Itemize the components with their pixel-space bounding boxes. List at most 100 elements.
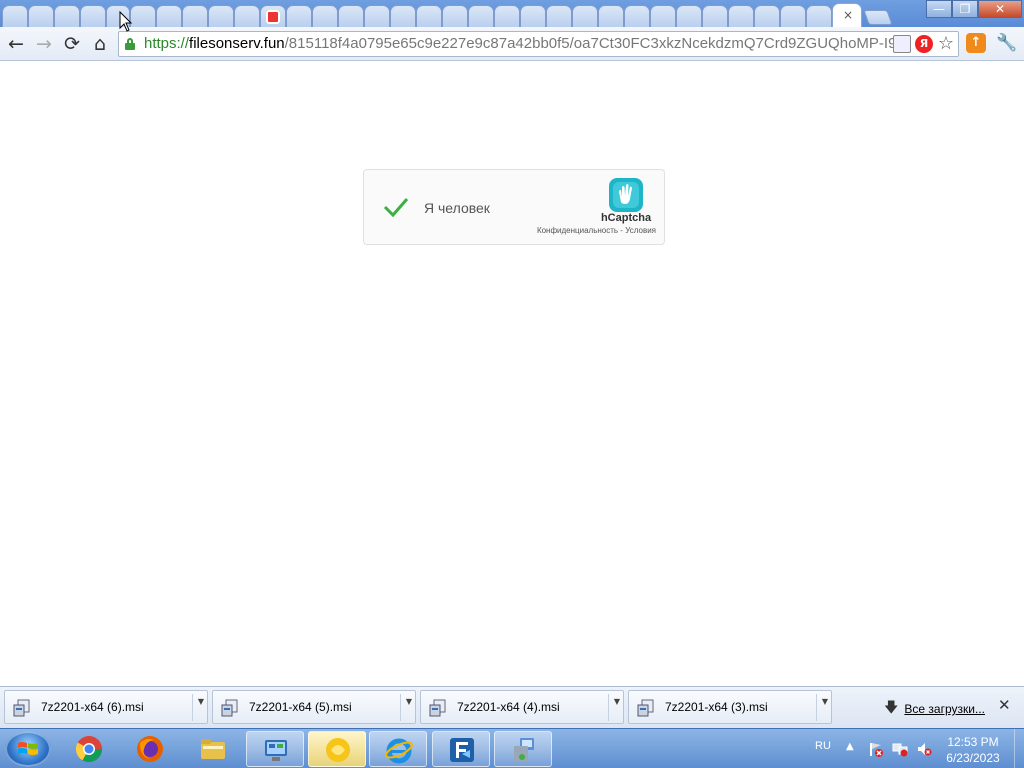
- new-tab-button[interactable]: [863, 10, 893, 25]
- minimize-button[interactable]: —: [926, 0, 952, 18]
- browser-tab[interactable]: [650, 5, 676, 27]
- yellow-app-taskbar-button[interactable]: [308, 731, 366, 767]
- clock[interactable]: 12:53 PM 6/23/2023: [938, 734, 1008, 766]
- window-controls: — ❐ ✕: [926, 0, 1022, 18]
- browser-tab[interactable]: [80, 5, 106, 27]
- reload-button[interactable]: ⟳: [61, 33, 83, 55]
- internet-explorer-taskbar-button[interactable]: [369, 731, 427, 767]
- msi-file-icon: [637, 699, 654, 717]
- home-button[interactable]: ⌂: [89, 33, 111, 55]
- system-tray: RU ▲ 12:53 PM 6/23/2023: [808, 729, 1024, 768]
- wrench-menu-icon[interactable]: 🔧: [996, 32, 1018, 54]
- browser-tab[interactable]: [728, 5, 754, 27]
- mouse-cursor-icon: [119, 11, 133, 32]
- browser-tab[interactable]: [364, 5, 390, 27]
- browser-tab[interactable]: [442, 5, 468, 27]
- download-menu-arrow-icon[interactable]: ▼: [198, 697, 204, 706]
- flag-alert-icon[interactable]: [868, 741, 884, 757]
- control-panel-taskbar-button[interactable]: [246, 731, 304, 767]
- bookmark-star-icon[interactable]: ☆: [937, 35, 955, 53]
- browser-tab[interactable]: [182, 5, 208, 27]
- browser-tab[interactable]: [54, 5, 80, 27]
- page-icon[interactable]: [893, 35, 911, 53]
- browser-tab[interactable]: [754, 5, 780, 27]
- download-menu-arrow-icon[interactable]: ▼: [614, 697, 620, 706]
- url-host: filesonserv.fun: [189, 35, 285, 52]
- setup-installer-taskbar-button[interactable]: [494, 731, 552, 767]
- browser-tab-active[interactable]: ×: [832, 3, 862, 27]
- forward-button[interactable]: →: [33, 33, 55, 55]
- msi-file-icon: [221, 699, 238, 717]
- flash-installer-taskbar-button[interactable]: [432, 731, 490, 767]
- browser-tab[interactable]: [598, 5, 624, 27]
- chrome-taskbar-button[interactable]: [60, 731, 118, 767]
- browser-tab[interactable]: [208, 5, 234, 27]
- browser-tab[interactable]: [28, 5, 54, 27]
- internet-explorer-icon: [385, 738, 413, 764]
- browser-tab[interactable]: [780, 5, 806, 27]
- browser-tab[interactable]: [520, 5, 546, 27]
- language-indicator[interactable]: RU: [815, 740, 831, 752]
- back-button[interactable]: ←: [5, 33, 27, 55]
- browser-tab[interactable]: [156, 5, 182, 27]
- explorer-folder-icon: [201, 739, 225, 759]
- url-text[interactable]: https://filesonserv.fun/815118f4a0795e65…: [144, 35, 894, 53]
- download-shelf: 🡇 Все загрузки... ✕ 7z2201-x64 (6).msi ▼ 7…: [0, 686, 1024, 728]
- download-item[interactable]: 7z2201-x64 (6).msi ▼: [4, 690, 208, 724]
- close-window-button[interactable]: ✕: [978, 0, 1022, 18]
- checkmark-icon[interactable]: [382, 195, 410, 219]
- browser-tab[interactable]: [390, 5, 416, 27]
- windows-flag-icon: [18, 742, 38, 755]
- maximize-button[interactable]: ❐: [952, 0, 978, 18]
- setup-installer-icon: [514, 738, 534, 761]
- browser-tab[interactable]: [468, 5, 494, 27]
- download-menu-arrow-icon[interactable]: ▼: [822, 697, 828, 706]
- clock-date: 6/23/2023: [946, 751, 1000, 765]
- show-all-downloads-label[interactable]: Все загрузки...: [904, 702, 985, 716]
- download-menu-arrow-icon[interactable]: ▼: [406, 697, 412, 706]
- start-button[interactable]: [5, 731, 51, 767]
- browser-tab[interactable]: [286, 5, 312, 27]
- browser-tab[interactable]: [702, 5, 728, 27]
- yandex-icon[interactable]: Я: [915, 35, 933, 53]
- explorer-taskbar-button[interactable]: [184, 731, 242, 767]
- extension-icon[interactable]: ↑: [966, 33, 986, 53]
- title-bar: × — ❐ ✕: [0, 0, 1024, 27]
- url-scheme: https://: [144, 35, 190, 52]
- privacy-terms-links[interactable]: Конфиденциальность - Условия: [532, 226, 656, 235]
- browser-tab[interactable]: [312, 5, 338, 27]
- browser-tab-red-icon[interactable]: [260, 5, 286, 27]
- chrome-icon: [75, 736, 103, 763]
- address-bar[interactable]: https://filesonserv.fun/815118f4a0795e65…: [118, 31, 959, 57]
- browser-tab[interactable]: [2, 5, 28, 27]
- browser-tab[interactable]: [130, 5, 156, 27]
- captcha-label: Я человек: [424, 200, 490, 216]
- firefox-icon: [137, 736, 163, 762]
- download-filename: 7z2201-x64 (4).msi: [457, 700, 560, 714]
- show-hidden-icons-button[interactable]: ▲: [846, 741, 854, 752]
- browser-tab[interactable]: [494, 5, 520, 27]
- browser-tab[interactable]: [624, 5, 650, 27]
- download-item[interactable]: 7z2201-x64 (3).msi ▼: [628, 690, 832, 724]
- volume-muted-icon[interactable]: [916, 741, 932, 757]
- close-shelf-button[interactable]: ✕: [998, 696, 1011, 714]
- browser-tab[interactable]: [338, 5, 364, 27]
- close-tab-icon[interactable]: ×: [843, 8, 853, 22]
- browser-tab[interactable]: [572, 5, 598, 27]
- browser-tab[interactable]: [806, 5, 832, 27]
- omnibox-icons: Я ☆: [893, 35, 955, 53]
- download-item[interactable]: 7z2201-x64 (5).msi ▼: [212, 690, 416, 724]
- browser-tab[interactable]: [416, 5, 442, 27]
- show-desktop-button[interactable]: [1014, 729, 1024, 768]
- download-item[interactable]: 7z2201-x64 (4).msi ▼: [420, 690, 624, 724]
- download-separator: [816, 694, 817, 721]
- browser-tab[interactable]: [546, 5, 572, 27]
- tab-strip: ×: [2, 2, 893, 27]
- flash-installer-icon: [450, 738, 474, 762]
- download-separator: [400, 694, 401, 721]
- browser-tab[interactable]: [676, 5, 702, 27]
- show-all-downloads[interactable]: 🡇 Все загрузки...: [884, 697, 985, 721]
- network-icon[interactable]: [892, 741, 908, 757]
- firefox-taskbar-button[interactable]: [121, 731, 179, 767]
- browser-tab[interactable]: [234, 5, 260, 27]
